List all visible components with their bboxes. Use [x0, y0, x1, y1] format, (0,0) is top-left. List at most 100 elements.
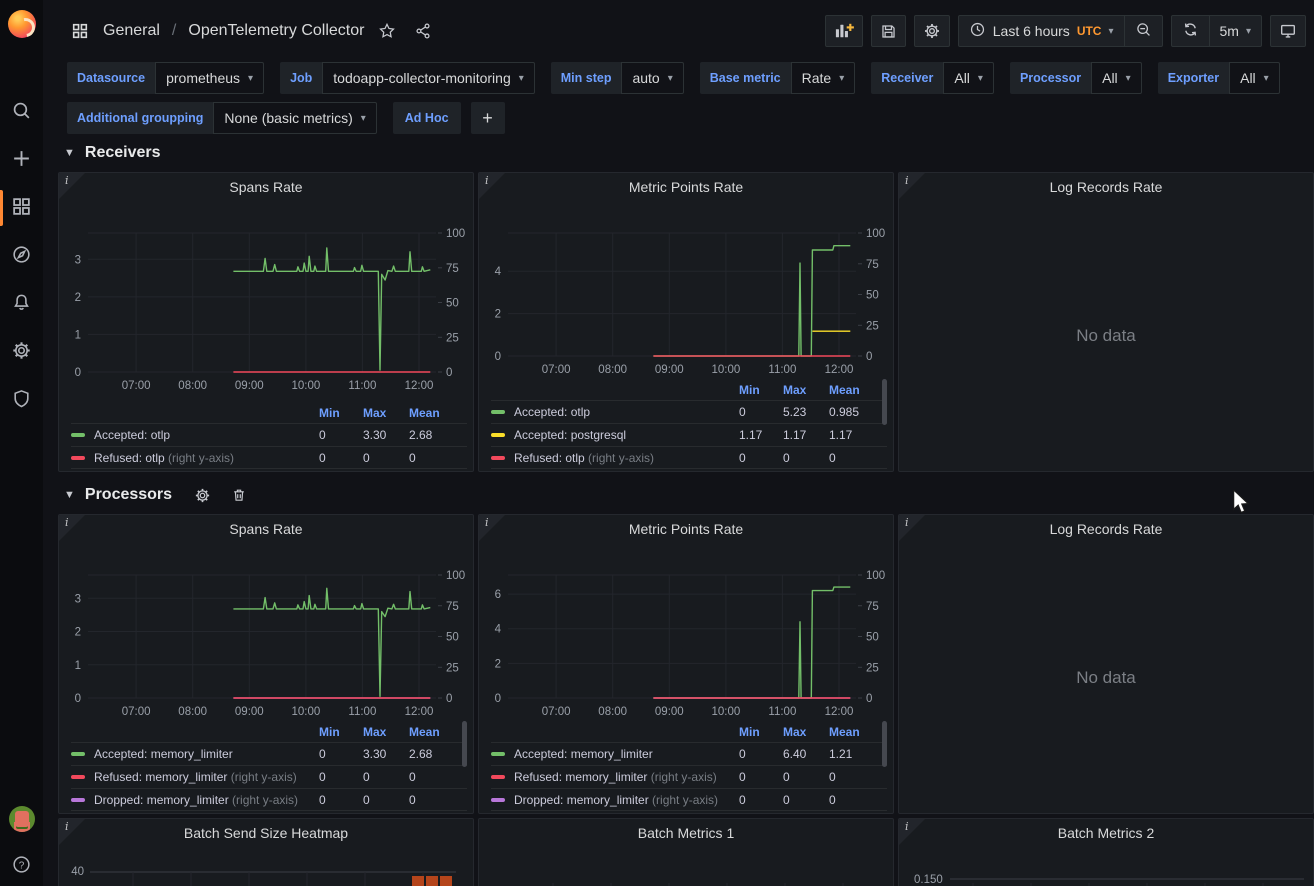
time-range-picker[interactable]: Last 6 hours UTC ▾: [959, 16, 1124, 46]
series-label[interactable]: Dropped: memory_limiter (right y-axis): [514, 793, 739, 807]
refresh-interval-picker[interactable]: 5m▾: [1209, 16, 1261, 46]
panel-title[interactable]: Log Records Rate: [925, 515, 1287, 543]
page-title[interactable]: OpenTelemetry Collector: [188, 22, 364, 40]
panel-title[interactable]: Batch Metrics 2: [925, 819, 1287, 847]
series-label[interactable]: Refused: memory_limiter (right y-axis): [94, 770, 319, 784]
legend-col-mean[interactable]: Mean: [409, 725, 467, 739]
timeseries-chart[interactable]: 0246025507510007:0008:0009:0010:0011:001…: [480, 543, 894, 723]
series-color-swatch: [71, 775, 85, 779]
partial-chart[interactable]: 0.150: [900, 847, 1314, 886]
grafana-logo[interactable]: [0, 0, 43, 48]
series-label[interactable]: Refused: otlp (right y-axis): [94, 451, 319, 465]
sidebar-item-alerting[interactable]: [0, 280, 43, 328]
legend-col-mean[interactable]: Mean: [829, 725, 887, 739]
variable-value-dropdown[interactable]: Rate▾: [791, 62, 856, 94]
panel-info-corner[interactable]: [59, 819, 85, 845]
row-header-receivers[interactable]: ▼ Receivers: [64, 140, 1314, 166]
sidebar-item-configuration[interactable]: [0, 328, 43, 376]
variable-base-metric: Base metric Rate▾: [700, 62, 855, 94]
legend-col-min[interactable]: Min: [319, 406, 363, 420]
chevron-down-icon: ▾: [1126, 73, 1131, 84]
sidebar-item-help[interactable]: ?: [0, 854, 43, 878]
sidebar-item-create[interactable]: [0, 136, 43, 184]
panel-info-corner[interactable]: [479, 515, 505, 541]
legend-col-mean[interactable]: Mean: [829, 383, 887, 397]
series-max: 3.30: [363, 747, 409, 761]
user-avatar[interactable]: [9, 806, 35, 832]
svg-text:11:00: 11:00: [768, 706, 796, 718]
panel-info-corner[interactable]: [899, 819, 925, 845]
timeseries-chart[interactable]: 024025507510007:0008:0009:0010:0011:0012…: [480, 201, 894, 381]
row-delete-trash-icon[interactable]: [231, 487, 247, 503]
legend-col-max[interactable]: Max: [783, 383, 829, 397]
series-color-swatch: [491, 433, 505, 437]
refresh-button[interactable]: [1172, 16, 1209, 46]
legend-col-max[interactable]: Max: [783, 725, 829, 739]
variable-additional-groupping: Additional groupping None (basic metrics…: [67, 102, 377, 134]
svg-text:75: 75: [446, 263, 459, 275]
panel-title[interactable]: Log Records Rate: [925, 173, 1287, 201]
row-settings-gear-icon[interactable]: [194, 487, 211, 504]
legend-col-max[interactable]: Max: [363, 406, 409, 420]
panel-title[interactable]: Spans Rate: [85, 173, 447, 201]
legend-col-mean[interactable]: Mean: [409, 406, 467, 420]
panel-info-corner[interactable]: [899, 173, 925, 199]
apps-grid-icon[interactable]: [67, 18, 93, 44]
share-icon[interactable]: [410, 18, 436, 44]
svg-text:50: 50: [446, 632, 459, 644]
panel-title[interactable]: Metric Points Rate: [505, 173, 867, 201]
panel-legend: Min Max Mean Accepted: otlp 0 3.30 2.68 …: [71, 402, 467, 469]
variable-value-dropdown[interactable]: All▾: [1229, 62, 1280, 94]
add-panel-button[interactable]: [825, 15, 863, 47]
panel-info-corner[interactable]: [59, 515, 85, 541]
series-label[interactable]: Dropped: memory_limiter (right y-axis): [94, 793, 319, 807]
variable-value-dropdown[interactable]: None (basic metrics)▾: [213, 102, 376, 134]
series-label[interactable]: Accepted: postgresql: [514, 428, 739, 442]
partial-chart[interactable]: 40: [60, 847, 474, 886]
sidebar-item-explore[interactable]: [0, 232, 43, 280]
timeseries-chart[interactable]: 0123025507510007:0008:0009:0010:0011:001…: [60, 543, 474, 723]
breadcrumb-folder[interactable]: General: [103, 22, 160, 40]
legend-scrollbar[interactable]: [462, 721, 467, 767]
adhoc-filter-chip[interactable]: Ad Hoc: [393, 102, 461, 134]
panel-title[interactable]: Metric Points Rate: [505, 515, 867, 543]
panel-title[interactable]: Batch Metrics 1: [505, 819, 867, 847]
sidebar-item-dashboards[interactable]: [0, 184, 43, 232]
legend-col-min[interactable]: Min: [739, 383, 783, 397]
variable-value-dropdown[interactable]: todoapp-collector-monitoring▾: [322, 62, 534, 94]
series-label[interactable]: Accepted: otlp: [514, 405, 739, 419]
variable-value-dropdown[interactable]: All▾: [1091, 62, 1142, 94]
star-icon[interactable]: [374, 18, 400, 44]
panel-title[interactable]: Spans Rate: [85, 515, 447, 543]
series-label[interactable]: Accepted: otlp: [94, 428, 319, 442]
dashboard-settings-button[interactable]: [914, 15, 950, 47]
add-adhoc-filter-button[interactable]: +: [471, 102, 505, 134]
zoom-out-button[interactable]: [1124, 16, 1162, 46]
sidebar-item-server-admin[interactable]: [0, 376, 43, 424]
legend-scrollbar[interactable]: [882, 721, 887, 767]
legend-col-min[interactable]: Min: [319, 725, 363, 739]
legend-col-max[interactable]: Max: [363, 725, 409, 739]
series-label[interactable]: Accepted: memory_limiter: [514, 747, 739, 761]
variable-value-dropdown[interactable]: auto▾: [621, 62, 683, 94]
variable-value-dropdown[interactable]: prometheus▾: [155, 62, 264, 94]
series-label[interactable]: Refused: otlp (right y-axis): [514, 451, 739, 465]
partial-chart[interactable]: [480, 847, 894, 886]
row-header-processors[interactable]: ▼ Processors: [64, 482, 1314, 508]
panel-title[interactable]: Batch Send Size Heatmap: [85, 819, 447, 847]
variable-value-dropdown[interactable]: All▾: [943, 62, 994, 94]
panel-info-corner[interactable]: [479, 173, 505, 199]
legend-scrollbar[interactable]: [882, 379, 887, 425]
series-label[interactable]: Refused: memory_limiter (right y-axis): [514, 770, 739, 784]
series-label[interactable]: Accepted: memory_limiter: [94, 747, 319, 761]
kiosk-mode-button[interactable]: [1270, 15, 1306, 47]
panel-info-corner[interactable]: [899, 515, 925, 541]
sidebar-item-search[interactable]: [0, 88, 43, 136]
save-dashboard-button[interactable]: [871, 15, 906, 47]
svg-text:07:00: 07:00: [122, 706, 151, 718]
timeseries-chart[interactable]: 0123025507510007:0008:0009:0010:0011:001…: [60, 201, 474, 397]
panel-info-corner[interactable]: [59, 173, 85, 199]
legend-col-min[interactable]: Min: [739, 725, 783, 739]
section-title: Processors: [85, 486, 172, 504]
series-color-swatch: [491, 456, 505, 460]
